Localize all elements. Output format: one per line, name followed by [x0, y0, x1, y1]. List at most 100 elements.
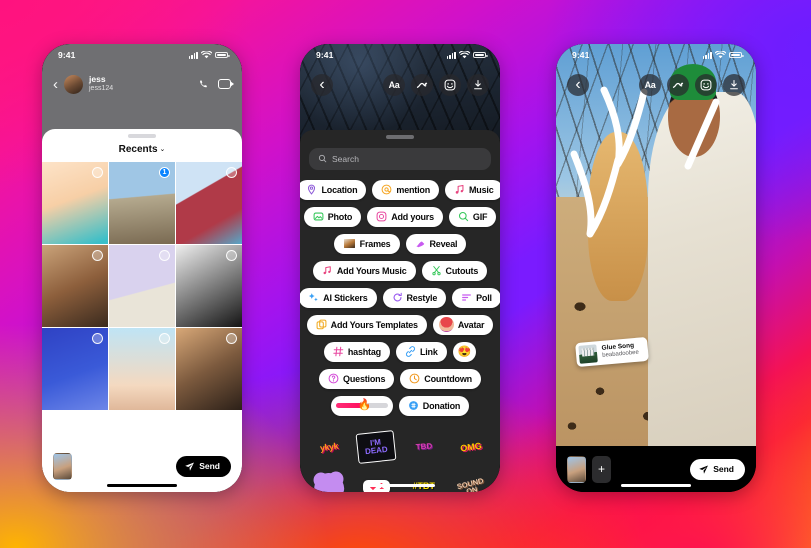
download-icon[interactable] — [723, 74, 745, 96]
draw-tool-icon[interactable] — [411, 74, 433, 96]
wifi-icon — [201, 51, 212, 59]
sticker-mention[interactable]: mention — [372, 179, 439, 200]
photo-select-toggle[interactable] — [226, 166, 237, 178]
contact-name: jess — [89, 73, 106, 84]
sticker-photo[interactable]: Photo — [303, 206, 362, 227]
sticker-link[interactable]: Link — [395, 341, 447, 362]
sticker-music[interactable]: Music — [445, 179, 500, 200]
tbt-sticker[interactable]: #TBT — [405, 472, 443, 493]
sticker-tray: Search Location mention Music Photo Add … — [300, 130, 500, 492]
photo-cell[interactable] — [42, 161, 108, 244]
sticker-hashtag[interactable]: hashtag — [323, 341, 390, 362]
photo-select-toggle[interactable] — [92, 249, 103, 261]
chevron-left-icon[interactable]: ‹ — [311, 74, 333, 96]
sticker-countdown[interactable]: Countdown — [400, 368, 481, 389]
purple-heart-face-sticker[interactable] — [310, 471, 348, 492]
sticker-add-yours-templates[interactable]: Add Yours Templates — [306, 314, 427, 335]
chevron-left-icon[interactable]: ‹ — [53, 77, 58, 92]
sticker-restyle[interactable]: Restyle — [382, 287, 447, 308]
send-label: Send — [713, 464, 734, 474]
sticker-questions[interactable]: Questions — [319, 368, 395, 389]
status-bar-middle: 9:41 — [300, 44, 500, 64]
signal-bars-icon — [188, 51, 198, 59]
pill-label: Reveal — [429, 238, 458, 249]
video-camera-icon[interactable] — [218, 79, 234, 89]
photo-cell[interactable] — [42, 327, 108, 410]
photo-select-toggle[interactable] — [92, 332, 103, 344]
status-indicators — [446, 51, 488, 59]
sticker-gif[interactable]: GIF — [448, 206, 497, 227]
like-count-sticker[interactable]: 1 — [357, 472, 395, 492]
chevron-left-icon[interactable]: ‹ — [567, 74, 589, 96]
add-media-button[interactable]: + — [592, 455, 611, 483]
pill-label: mention — [396, 184, 430, 195]
pill-label: Location — [321, 184, 358, 195]
frames-thumbnail-icon — [342, 238, 356, 249]
tbd-sticker[interactable]: TBD — [404, 430, 444, 463]
im-dead-sticker[interactable]: I'M DEAD — [355, 429, 397, 464]
tray-grabber[interactable] — [386, 135, 414, 139]
photo-select-toggle[interactable] — [92, 166, 103, 178]
sticker-cutouts[interactable]: Cutouts — [421, 260, 488, 281]
sticker-pill-list: Location mention Music Photo Add yours G… — [300, 170, 500, 416]
sticker-tool-icon[interactable] — [695, 74, 717, 96]
photo-cell[interactable]: 1 — [109, 161, 175, 244]
selected-photo-thumbnail[interactable] — [53, 452, 72, 480]
search-input[interactable]: Search — [309, 147, 491, 170]
sticker-reveal[interactable]: Reveal — [405, 233, 467, 254]
photo-cell[interactable] — [176, 327, 242, 410]
phone-icon[interactable] — [198, 79, 209, 90]
wifi-icon — [715, 51, 726, 59]
signal-bars-icon — [446, 51, 456, 59]
photo-cell[interactable] — [109, 244, 175, 327]
link-chain-icon — [405, 346, 415, 357]
sticker-row: Location mention Music — [300, 179, 500, 200]
photo-cell[interactable] — [42, 244, 108, 327]
emoji-slider-icon[interactable]: 🔥 — [358, 398, 372, 411]
battery-icon — [215, 51, 230, 59]
omg-sticker[interactable]: OMG — [450, 429, 492, 464]
left-phone-mockup: 9:41 ‹ jess jess124 Recents ⌄ 1 Send — [42, 44, 242, 492]
send-button[interactable]: Send — [690, 458, 745, 480]
sticker-avatar[interactable]: Avatar — [432, 314, 494, 335]
sticker-emoji-slider[interactable]: 🔥 — [330, 395, 393, 416]
sound-on-sticker[interactable]: SOUND ON — [449, 467, 493, 492]
avatar[interactable] — [64, 74, 83, 94]
story-thumbnail[interactable] — [567, 455, 586, 483]
text-tool-icon[interactable]: Aa — [383, 74, 405, 96]
sticker-frames[interactable]: Frames — [333, 233, 400, 254]
photo-icon — [313, 212, 324, 221]
sticker-location[interactable]: Location — [300, 179, 367, 200]
draw-tool-icon[interactable] — [667, 74, 689, 96]
music-sticker-text: Glue Song beabadoobee — [601, 342, 639, 361]
sticker-donation[interactable]: Donation — [398, 395, 470, 416]
photo-select-toggle[interactable] — [159, 332, 170, 344]
pill-label: Photo — [327, 211, 353, 222]
sticker-emoji[interactable]: 😍 — [452, 341, 477, 362]
sticker-add-yours[interactable]: Add yours — [367, 206, 443, 227]
sheet-title-row[interactable]: Recents ⌄ — [42, 138, 242, 162]
home-indicator — [621, 483, 691, 487]
sticker-ai-stickers[interactable]: AI Stickers — [300, 287, 377, 308]
sticker-add-yours-music[interactable]: Add Yours Music — [312, 260, 416, 281]
photo-cell[interactable] — [109, 327, 175, 410]
media-picker-sheet: Recents ⌄ 1 Send — [42, 129, 242, 492]
status-bar-right: 9:41 — [556, 44, 756, 64]
editor-toolbar-middle: ‹ Aa — [300, 68, 500, 102]
ykyk-sticker[interactable]: ykyk — [308, 429, 349, 463]
photo-select-toggle[interactable] — [226, 332, 237, 344]
photo-select-toggle[interactable] — [226, 249, 237, 261]
photo-grid: 1 — [42, 161, 242, 410]
text-tool-icon[interactable]: Aa — [639, 74, 661, 96]
photo-cell[interactable] — [176, 161, 242, 244]
photo-select-toggle[interactable] — [159, 249, 170, 261]
send-button[interactable]: Send — [176, 455, 231, 477]
story-photo — [556, 44, 756, 446]
instagram-stories-promo-canvas: 9:41 ‹ jess jess124 Recents ⌄ 1 Send 9:4… — [0, 0, 811, 548]
photo-cell[interactable] — [176, 244, 242, 327]
sticker-tool-icon[interactable] — [439, 74, 461, 96]
music-note-icon — [455, 184, 464, 194]
photo-select-toggle[interactable]: 1 — [159, 166, 170, 178]
download-icon[interactable] — [467, 74, 489, 96]
sticker-poll[interactable]: Poll — [452, 287, 500, 308]
